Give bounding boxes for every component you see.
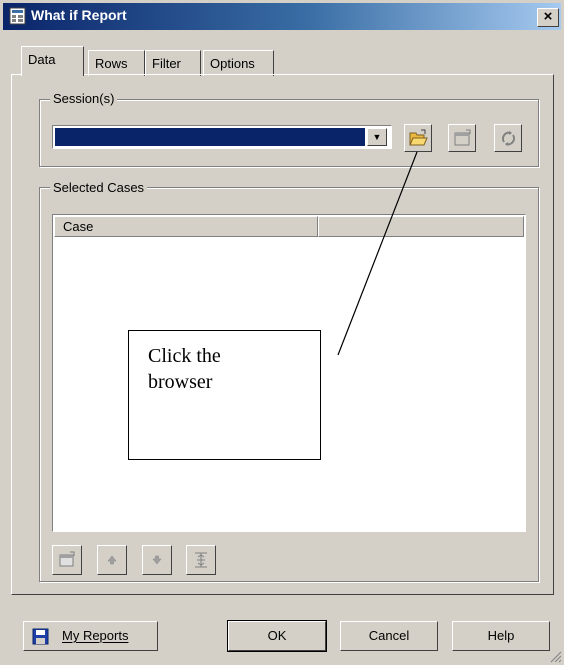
ok-button[interactable]: OK	[227, 620, 327, 652]
my-reports-button[interactable]: My Reports	[23, 621, 158, 651]
annotation-line-2: browser	[148, 371, 213, 393]
tab-label: Data	[28, 52, 56, 67]
cancel-button[interactable]: Cancel	[340, 621, 438, 651]
annotation-callout: Click the browser	[128, 330, 321, 460]
move-down-icon	[152, 555, 162, 565]
case-properties-button[interactable]	[52, 545, 82, 575]
sort-icon	[195, 552, 207, 568]
ok-label: OK	[267, 628, 287, 643]
resize-grip-icon[interactable]	[548, 649, 562, 663]
annotation-line-1: Click the	[148, 345, 221, 367]
my-reports-label: My Reports	[62, 628, 129, 643]
help-button[interactable]: Help	[452, 621, 550, 651]
cancel-label: Cancel	[368, 628, 410, 643]
move-down-button[interactable]	[142, 545, 172, 575]
save-disk-icon	[32, 628, 49, 645]
sort-button[interactable]	[186, 545, 216, 575]
properties-icon	[59, 551, 75, 567]
help-label: Help	[487, 628, 515, 643]
what-if-report-dialog: What if Report × Data Rows Filter Option…	[0, 0, 564, 665]
move-up-button[interactable]	[97, 545, 127, 575]
move-up-icon	[107, 555, 117, 565]
tab-data[interactable]: Data	[21, 46, 84, 76]
